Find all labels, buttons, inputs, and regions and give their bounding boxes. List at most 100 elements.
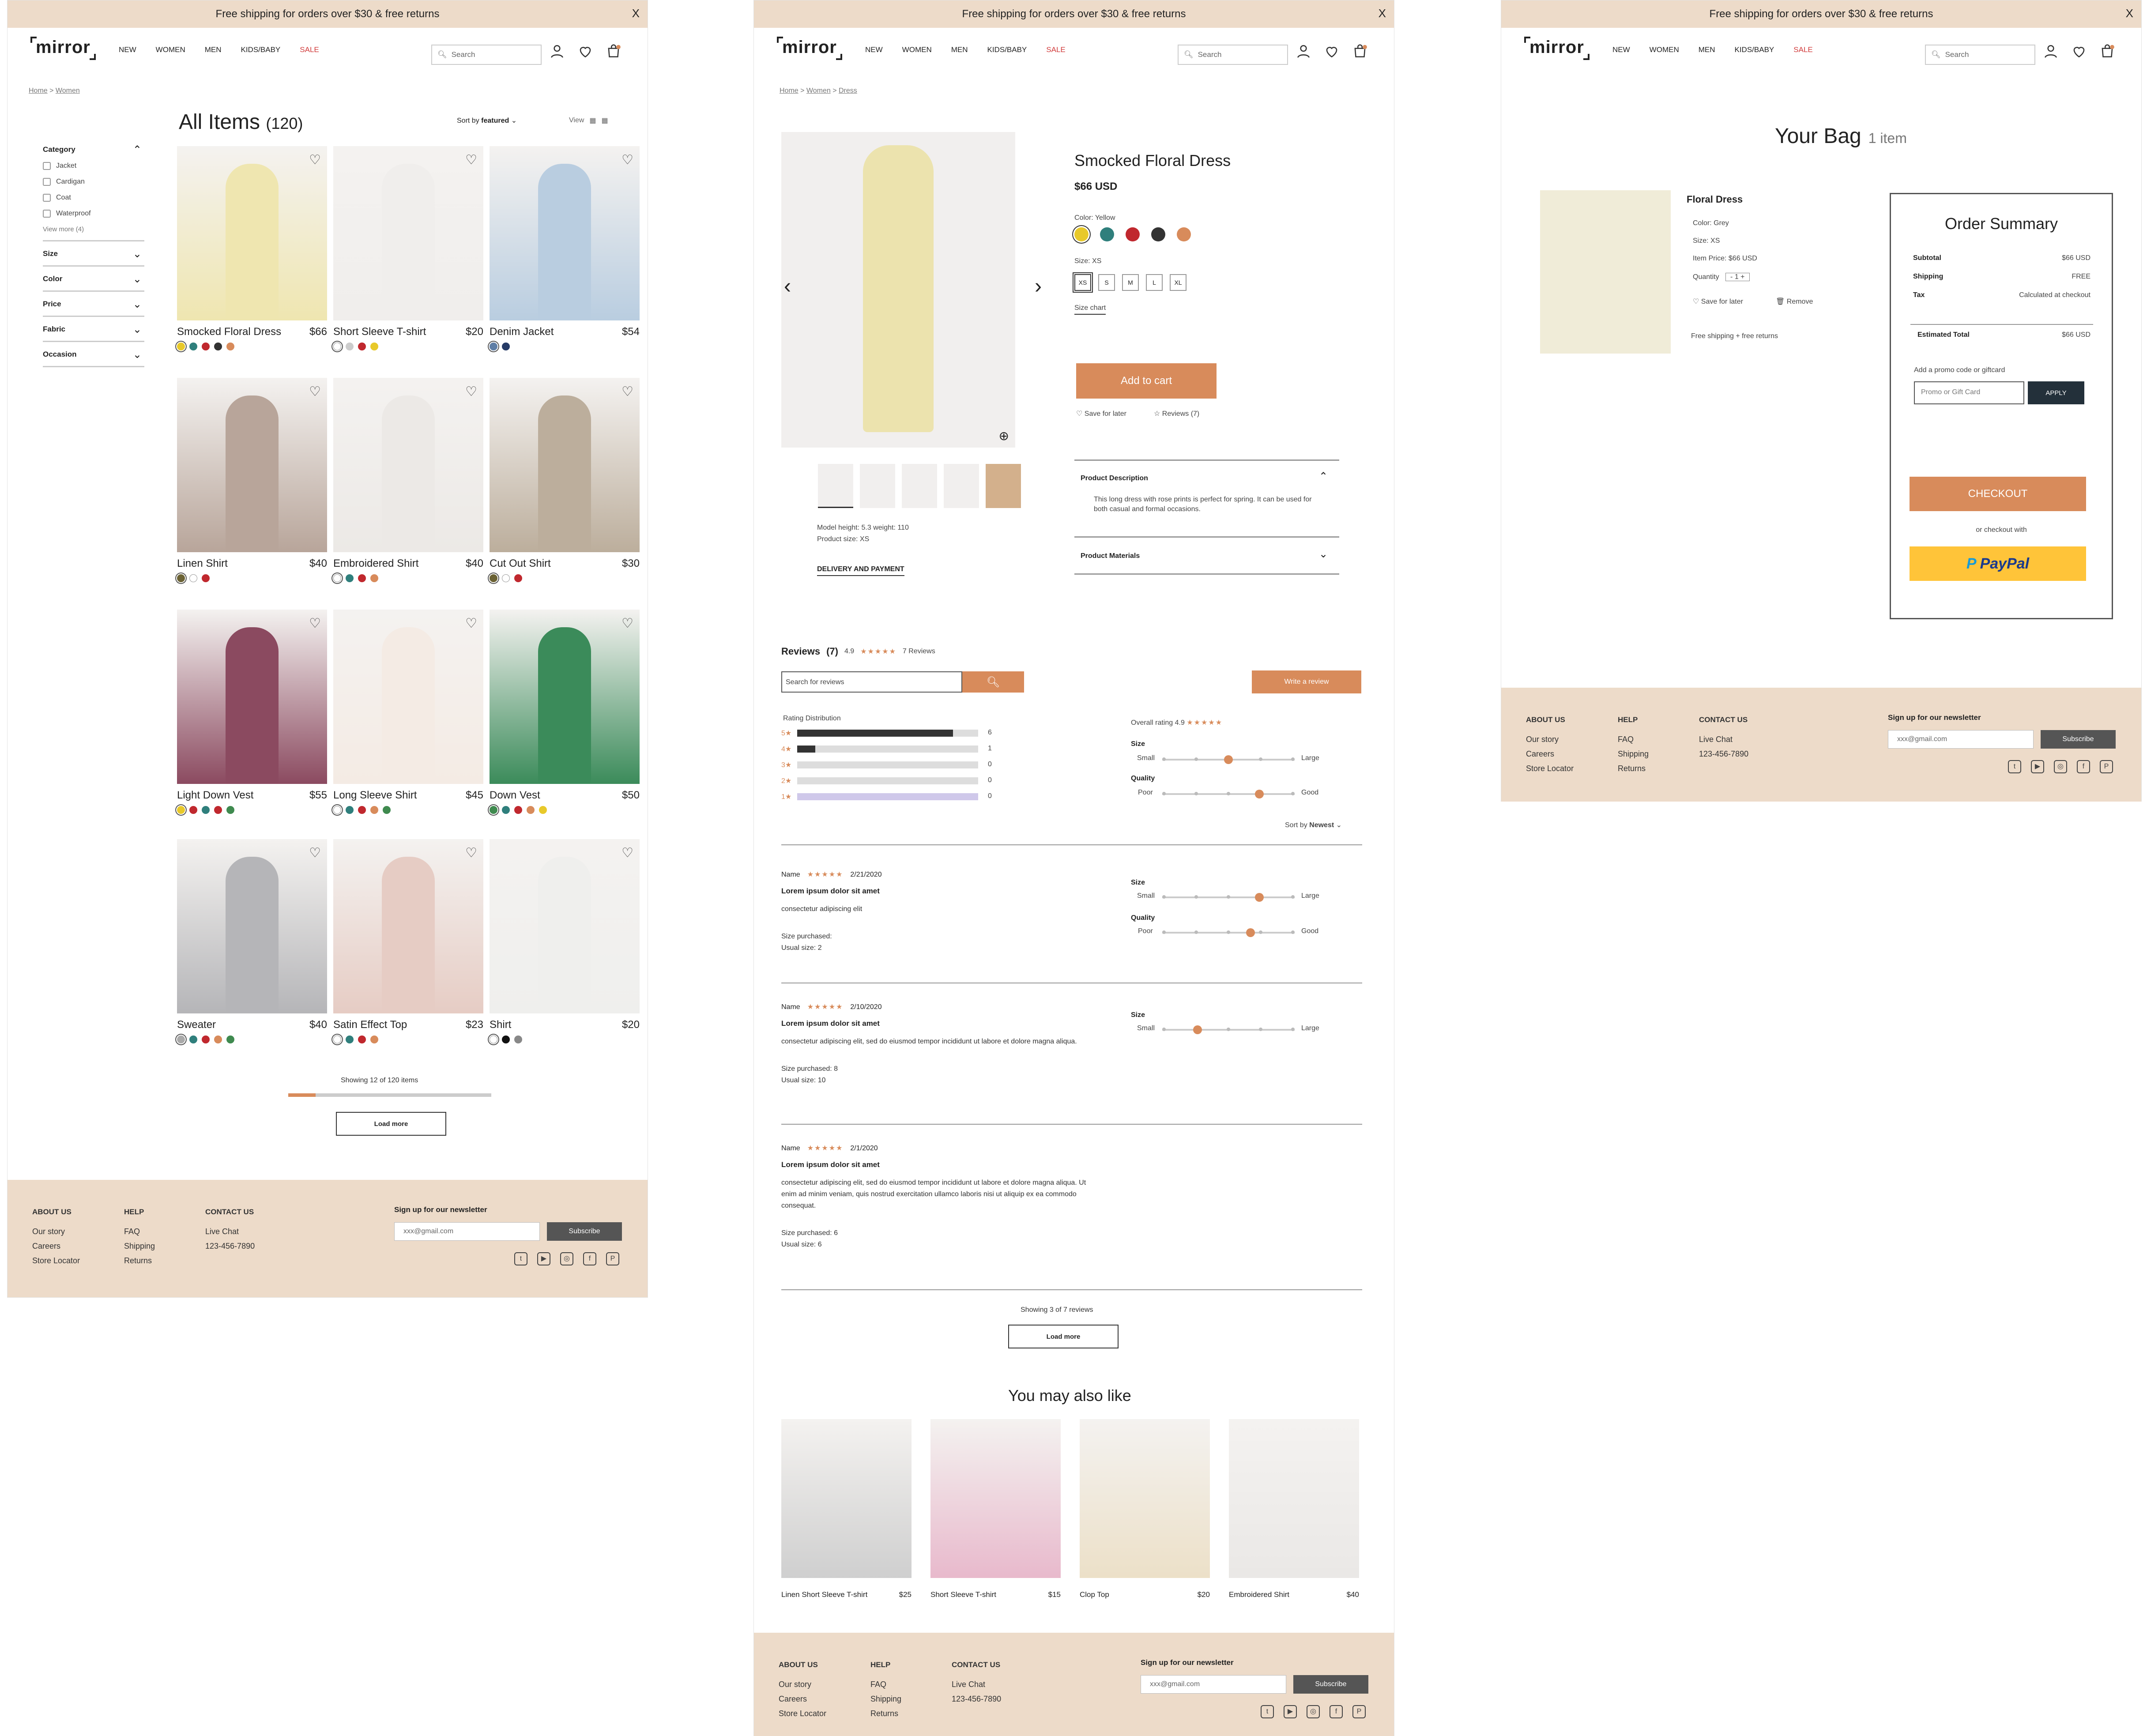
product-card[interactable]: ♡ Linen Shirt $40 <box>177 378 327 582</box>
promo-input[interactable]: Promo or Gift Card <box>1914 381 2024 404</box>
instagram-icon[interactable]: ◎ <box>1307 1705 1320 1718</box>
crumb-dress[interactable]: Dress <box>839 87 857 94</box>
filter-checkbox[interactable]: Coat <box>43 194 144 202</box>
nav-women[interactable]: WOMEN <box>156 45 185 54</box>
paypal-button[interactable]: P PayPal <box>1910 546 2086 581</box>
youtube-icon[interactable]: ▶ <box>537 1252 550 1265</box>
footer-about-link[interactable]: Store Locator <box>1526 761 1574 776</box>
color-swatch[interactable] <box>189 343 197 350</box>
cart-icon[interactable] <box>605 43 622 60</box>
review-search-button[interactable]: 🔍︎ <box>962 671 1024 693</box>
chevron-down-icon[interactable]: ⌄ <box>1319 548 1328 561</box>
nav-men[interactable]: MEN <box>205 45 222 54</box>
color-swatch[interactable] <box>214 1036 222 1043</box>
color-swatch[interactable] <box>346 806 354 814</box>
review-sort[interactable]: Sort by Newest ⌄ <box>1285 821 1342 829</box>
subscribe-button[interactable]: Subscribe <box>2041 730 2116 749</box>
size-option[interactable]: XL <box>1170 274 1186 291</box>
color-swatch[interactable] <box>490 574 497 582</box>
product-card[interactable]: ♡ Cut Out Shirt $30 <box>490 378 640 582</box>
instagram-icon[interactable]: ◎ <box>2054 760 2067 773</box>
search-input[interactable]: 🔍︎ Search <box>431 45 542 65</box>
newsletter-email-input[interactable]: xxx@gmail.com <box>1888 730 2034 749</box>
footer-help-link[interactable]: Shipping <box>1618 747 1649 761</box>
product-image[interactable]: ♡ <box>490 146 640 320</box>
heart-icon[interactable]: ♡ <box>465 384 477 399</box>
color-swatch[interactable] <box>214 343 222 350</box>
add-to-cart-button[interactable]: Add to cart <box>1076 363 1217 399</box>
heart-icon[interactable]: ♡ <box>622 616 633 631</box>
write-review-button[interactable]: Write a review <box>1252 670 1361 693</box>
color-swatch[interactable] <box>177 574 185 582</box>
prev-image-arrow[interactable]: ‹ <box>784 274 791 298</box>
color-swatch[interactable] <box>514 806 522 814</box>
facebook-icon[interactable]: f <box>1330 1705 1343 1718</box>
product-image[interactable]: ♡ <box>333 146 483 320</box>
nav-sale[interactable]: SALE <box>1793 45 1812 54</box>
filter-checkbox[interactable]: Cardigan <box>43 178 144 186</box>
color-swatch[interactable] <box>346 343 354 350</box>
recommendation-card[interactable]: Clop Top $20 <box>1080 1419 1210 1599</box>
remove-link[interactable]: 🗑︎ Remove <box>1776 297 1813 306</box>
thumbnail[interactable] <box>944 464 979 508</box>
color-option[interactable] <box>1151 227 1165 241</box>
thumbnail[interactable] <box>902 464 937 508</box>
color-swatch[interactable] <box>502 574 510 582</box>
subscribe-button[interactable]: Subscribe <box>1293 1675 1368 1694</box>
color-swatch[interactable] <box>383 806 391 814</box>
reviews-link[interactable]: ☆ Reviews (7) <box>1154 409 1199 418</box>
filter-price[interactable]: Price ⌄ <box>43 292 144 317</box>
color-swatch[interactable] <box>346 574 354 582</box>
facebook-icon[interactable]: f <box>583 1252 596 1265</box>
newsletter-email-input[interactable]: xxx@gmail.com <box>394 1222 540 1241</box>
load-more-reviews-button[interactable]: Load more <box>1008 1325 1119 1348</box>
wishlist-icon[interactable] <box>2071 43 2087 60</box>
crumb-home[interactable]: Home <box>780 87 799 94</box>
save-for-later-link[interactable]: ♡ Save for later <box>1076 409 1126 418</box>
color-swatch[interactable] <box>333 1036 341 1043</box>
instagram-icon[interactable]: ◎ <box>560 1252 573 1265</box>
footer-help-link[interactable]: Returns <box>870 1706 901 1721</box>
color-swatch[interactable] <box>177 806 185 814</box>
nav-men[interactable]: MEN <box>951 45 968 54</box>
size-option[interactable]: L <box>1146 274 1163 291</box>
save-for-later-link[interactable]: ♡ Save for later <box>1693 297 1743 306</box>
nav-sale[interactable]: SALE <box>300 45 319 54</box>
nav-kids-baby[interactable]: KIDS/BABY <box>241 45 281 54</box>
product-image[interactable]: ♡ <box>177 146 327 320</box>
footer-contact-link[interactable]: 123-456-7890 <box>1699 747 1748 761</box>
recommendation-image[interactable] <box>1080 1419 1210 1578</box>
product-card[interactable]: ♡ Satin Effect Top $23 <box>333 839 483 1043</box>
footer-contact-link[interactable]: 123-456-7890 <box>205 1239 255 1254</box>
color-swatch[interactable] <box>370 343 378 350</box>
footer-about-link[interactable]: Store Locator <box>779 1706 826 1721</box>
recommendation-image[interactable] <box>930 1419 1061 1578</box>
heart-icon[interactable]: ♡ <box>309 616 321 631</box>
footer-help-link[interactable]: FAQ <box>870 1677 901 1692</box>
sort-dropdown[interactable]: Sort by featured ⌄ <box>457 116 517 125</box>
color-swatch[interactable] <box>539 806 547 814</box>
color-option[interactable] <box>1100 227 1114 241</box>
color-swatch[interactable] <box>177 343 185 350</box>
banner-close-button[interactable]: X <box>632 7 640 20</box>
nav-sale[interactable]: SALE <box>1046 45 1065 54</box>
chevron-up-icon[interactable]: ⌃ <box>1319 470 1328 483</box>
filter-fabric[interactable]: Fabric ⌄ <box>43 317 144 342</box>
color-swatch[interactable] <box>226 806 234 814</box>
footer-about-link[interactable]: Store Locator <box>32 1254 80 1268</box>
thumbnail[interactable] <box>860 464 895 508</box>
zoom-icon[interactable]: ⊕ <box>999 429 1009 443</box>
product-card[interactable]: ♡ Sweater $40 <box>177 839 327 1043</box>
nav-new[interactable]: NEW <box>1612 45 1630 54</box>
heart-icon[interactable]: ♡ <box>309 384 321 399</box>
wishlist-icon[interactable] <box>1323 43 1340 60</box>
color-swatch[interactable] <box>358 343 366 350</box>
footer-help-link[interactable]: Returns <box>124 1254 155 1268</box>
heart-icon[interactable]: ♡ <box>309 845 321 861</box>
color-swatch[interactable] <box>358 574 366 582</box>
color-option[interactable] <box>1177 227 1191 241</box>
filter-title[interactable]: Category <box>43 145 144 154</box>
color-swatch[interactable] <box>202 574 210 582</box>
color-swatch[interactable] <box>214 806 222 814</box>
recommendation-card[interactable]: Short Sleeve T-shirt $15 <box>930 1419 1061 1599</box>
